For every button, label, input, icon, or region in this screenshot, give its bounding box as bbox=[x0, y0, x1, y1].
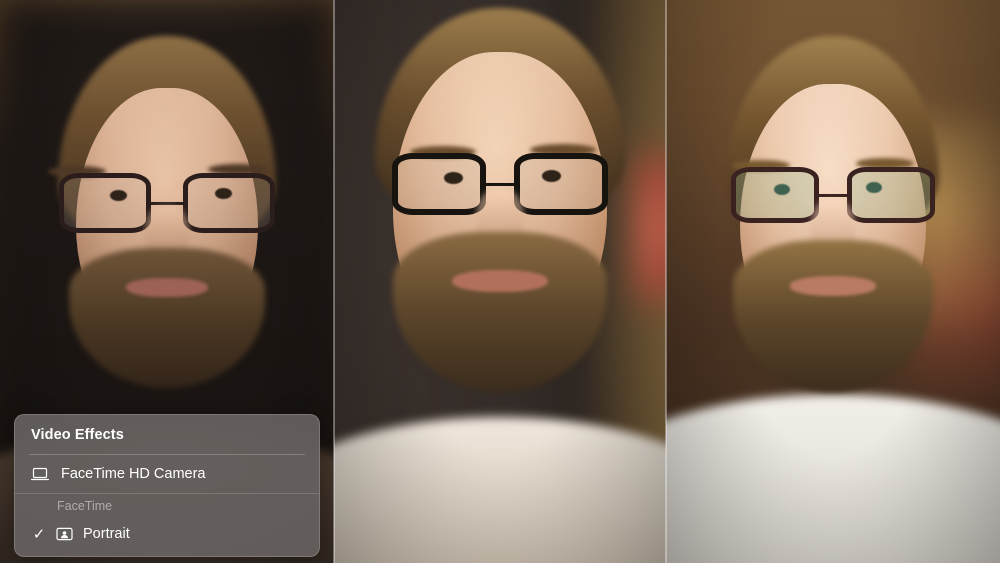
menu-item-camera-device[interactable]: FaceTime HD Camera bbox=[15, 455, 319, 493]
panel-divider-right bbox=[665, 0, 667, 563]
panel-studio-display: Video Effects Studio Display Camera Face… bbox=[666, 0, 1000, 563]
subject-eye-left bbox=[774, 184, 790, 195]
glasses-bridge bbox=[819, 193, 847, 197]
glasses-lens-left bbox=[392, 153, 486, 215]
video-effects-menu-1[interactable]: Video Effects FaceTime HD Camera FaceTim… bbox=[14, 414, 320, 557]
webcam-video-feed-3 bbox=[666, 0, 1000, 563]
panel-facetime-hd: Video Effects FaceTime HD Camera FaceTim… bbox=[0, 0, 334, 563]
subject-eye-right bbox=[215, 188, 232, 199]
glasses-bridge bbox=[486, 182, 514, 186]
subject-eye-left bbox=[444, 172, 463, 184]
subject-eye-right bbox=[542, 170, 561, 182]
subject-mouth bbox=[790, 276, 876, 296]
checkmark-icon: ✓ bbox=[32, 526, 46, 543]
glasses-lens-left bbox=[731, 167, 819, 223]
menu-item-label: Portrait bbox=[83, 526, 130, 542]
menu-item-portrait[interactable]: ✓ Portrait bbox=[15, 518, 319, 550]
glasses-lens-left bbox=[59, 173, 151, 233]
glasses-lens-right bbox=[514, 153, 608, 215]
video-effects-comparison: Video Effects FaceTime HD Camera FaceTim… bbox=[0, 0, 1000, 563]
subject-eye-left bbox=[110, 190, 127, 201]
camera-device-label: FaceTime HD Camera bbox=[61, 466, 206, 482]
glasses-lens-right bbox=[183, 173, 275, 233]
subject-eye-right bbox=[866, 182, 882, 193]
laptop-icon bbox=[29, 467, 51, 481]
subject-mouth bbox=[452, 270, 548, 292]
menu-title: Video Effects bbox=[31, 427, 124, 443]
glasses-bridge bbox=[151, 201, 183, 205]
glasses-lens-right bbox=[847, 167, 935, 223]
group-label: FaceTime bbox=[57, 499, 113, 513]
subject-shoulders bbox=[666, 394, 1000, 563]
panel-divider-left bbox=[333, 0, 335, 563]
subject-mouth bbox=[126, 278, 208, 297]
portrait-icon bbox=[53, 527, 75, 541]
subject-shoulders bbox=[334, 416, 666, 563]
panel-iphone-continuity: Video Effects iPhone 13 Pro Max Camera 9… bbox=[334, 0, 666, 563]
webcam-video-feed-2 bbox=[334, 0, 666, 563]
menu-group-label-row: FaceTime bbox=[15, 494, 319, 518]
